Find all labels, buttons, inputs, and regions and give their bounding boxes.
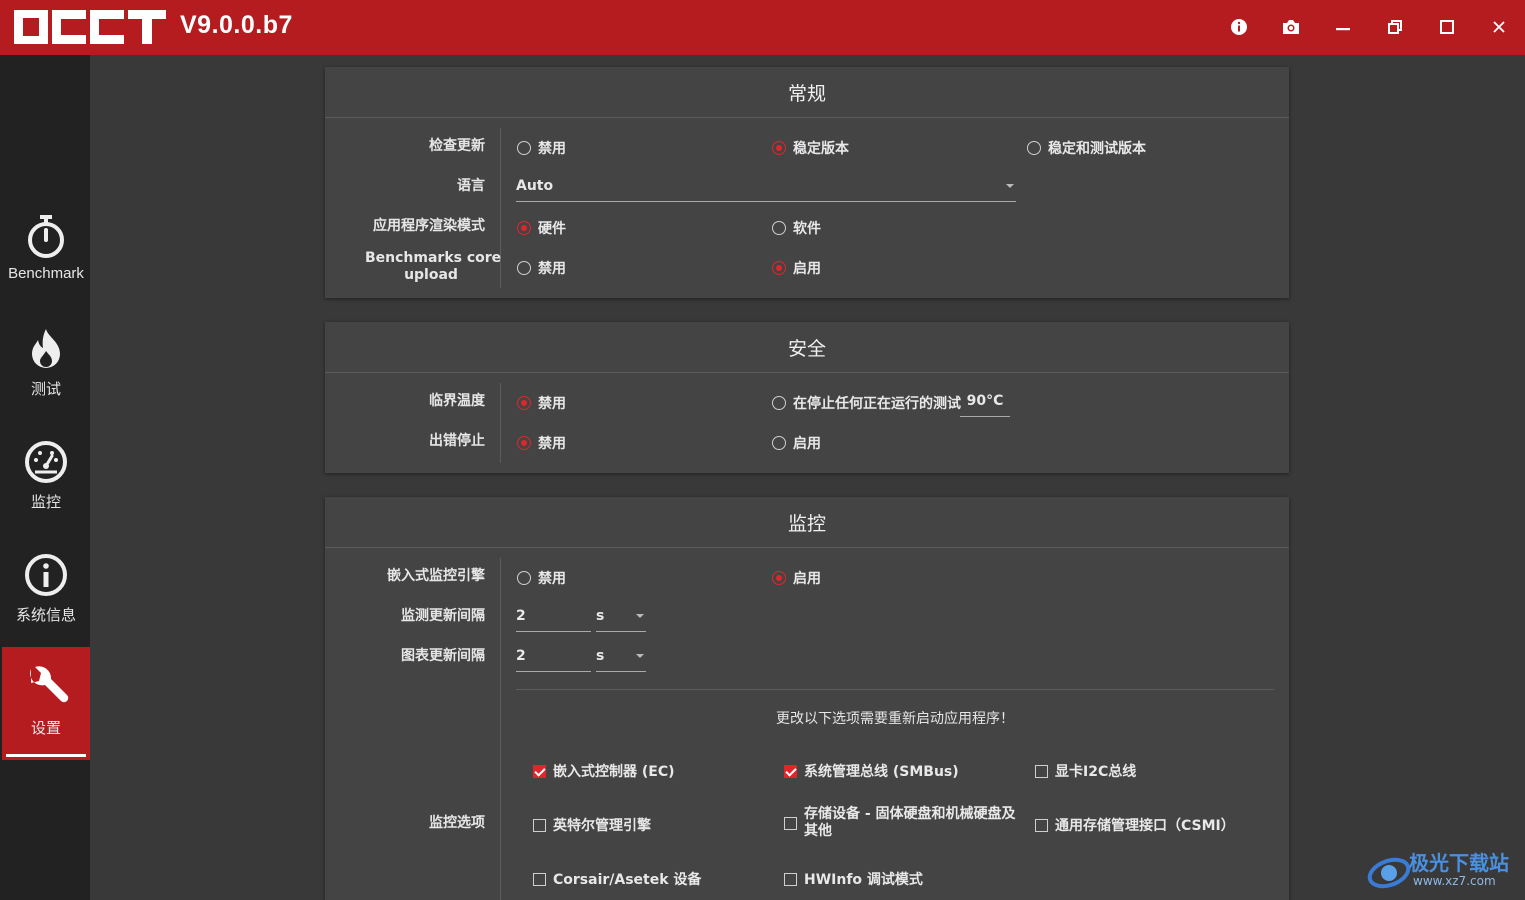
sidebar-item-label: Benchmark: [8, 265, 84, 282]
maximize-button[interactable]: [1436, 15, 1458, 39]
check-update-beta-radio[interactable]: 稳定和测试版本: [1027, 138, 1146, 158]
sidebar-item-label: 系统信息: [15, 607, 76, 624]
critical-temp-stop-radio[interactable]: 在停止任何正在运行的测试: [772, 393, 961, 413]
safety-panel: 安全 临界温度 禁用 在停止任何正在运行的测试 90°C 出错停止 禁用 启用: [325, 322, 1289, 473]
wrench-icon: [30, 666, 69, 703]
gpu-i2c-checkbox[interactable]: 显卡I2C总线: [1035, 761, 1136, 781]
bench-upload-label: Benchmarks core upload: [365, 250, 502, 283]
occt-logo: [14, 10, 166, 44]
settings-content[interactable]: 常规 检查更新 禁用 稳定版本 稳定和测试版本 语言 Auto 应用程序渲染模式…: [90, 55, 1525, 900]
critical-temp-disable-radio[interactable]: 禁用: [517, 393, 566, 413]
divider: [500, 383, 501, 463]
close-icon: [1493, 21, 1505, 33]
monitor-interval-unit-select[interactable]: s: [596, 600, 646, 632]
stop-on-error-enable-radio[interactable]: 启用: [772, 433, 821, 453]
bench-upload-enable-radio[interactable]: 启用: [772, 258, 821, 278]
render-mode-label: 应用程序渲染模式: [373, 218, 485, 234]
chevron-down-icon: [1006, 183, 1014, 188]
chart-interval-input[interactable]: 2: [516, 640, 591, 672]
stop-on-error-disable-radio[interactable]: 禁用: [517, 433, 566, 453]
restart-note: 更改以下选项需要重新启动应用程序！: [776, 711, 1014, 727]
language-label: 语言: [457, 178, 485, 194]
language-select[interactable]: Auto: [516, 170, 1016, 202]
sidebar-item-test[interactable]: 测试: [2, 308, 90, 421]
bench-upload-disable-radio[interactable]: 禁用: [517, 258, 566, 278]
screenshot-button[interactable]: [1280, 15, 1302, 39]
panel-title: 常规: [325, 67, 1289, 118]
sidebar-item-label: 测试: [30, 381, 61, 398]
stop-on-error-label: 出错停止: [429, 433, 485, 449]
panel-title: 监控: [325, 497, 1289, 548]
intel-me-checkbox[interactable]: 英特尔管理引擎: [533, 815, 651, 835]
render-software-radio[interactable]: 软件: [772, 218, 821, 238]
monitor-options-label: 监控选项: [429, 815, 485, 831]
check-update-stable-radio[interactable]: 稳定版本: [772, 138, 849, 158]
hwinfo-debug-checkbox[interactable]: HWInfo 调试模式: [784, 869, 923, 889]
info-circle-icon: [25, 554, 67, 596]
sidebar-item-sysinfo[interactable]: 系统信息: [2, 534, 90, 647]
monitor-interval-label: 监测更新间隔: [401, 608, 485, 624]
critical-temp-label: 临界温度: [429, 393, 485, 409]
watermark-logo: [1367, 857, 1411, 889]
chevron-down-icon: [636, 653, 644, 658]
watermark: 极光下载站 www.xz7.com: [1365, 845, 1525, 895]
gauge-icon: [25, 441, 67, 483]
panel-title: 安全: [325, 322, 1289, 373]
info-button[interactable]: [1228, 15, 1250, 39]
sidebar-item-label: 监控: [30, 494, 61, 511]
csmi-checkbox[interactable]: 通用存储管理接口（CSMI）: [1035, 815, 1235, 835]
check-update-disable-radio[interactable]: 禁用: [517, 138, 566, 158]
minimize-icon: [1336, 28, 1350, 31]
close-button[interactable]: [1488, 15, 1510, 39]
embedded-engine-label: 嵌入式监控引擎: [387, 568, 485, 584]
smbus-checkbox[interactable]: 系统管理总线 (SMBus): [784, 761, 959, 781]
embedded-engine-disable-radio[interactable]: 禁用: [517, 568, 566, 588]
sidebar-item-monitor[interactable]: 监控: [2, 421, 90, 534]
restore-button[interactable]: [1384, 15, 1406, 39]
check-update-label: 检查更新: [429, 138, 485, 154]
render-hardware-radio[interactable]: 硬件: [517, 218, 566, 238]
storage-checkbox[interactable]: 存储设备 - 固体硬盘和机械硬盘及 其他: [784, 806, 1016, 840]
minimize-button[interactable]: [1332, 15, 1354, 39]
sidebar-item-label: 设置: [30, 720, 61, 737]
flame-icon: [32, 329, 60, 368]
critical-temp-input[interactable]: 90°C: [960, 385, 1010, 417]
chart-interval-label: 图表更新间隔: [401, 648, 485, 664]
restore-icon: [1388, 20, 1402, 34]
separator: [516, 689, 1274, 690]
ec-checkbox[interactable]: 嵌入式控制器 (EC): [533, 761, 675, 781]
corsair-checkbox[interactable]: Corsair/Asetek 设备: [533, 869, 701, 889]
sidebar-item-benchmark[interactable]: Benchmark: [2, 195, 90, 308]
chevron-down-icon: [636, 613, 644, 618]
sidebar-item-settings[interactable]: 设置: [2, 647, 90, 760]
watermark-text: 极光下载站: [1409, 851, 1509, 875]
monitoring-panel: 监控 嵌入式监控引擎 禁用 启用 监测更新间隔 2 s 图表更新间隔 2 s 更…: [325, 497, 1289, 900]
info-icon: [1231, 19, 1247, 35]
chart-interval-unit-select[interactable]: s: [596, 640, 646, 672]
embedded-engine-enable-radio[interactable]: 启用: [772, 568, 821, 588]
maximize-icon: [1440, 20, 1454, 34]
watermark-url: www.xz7.com: [1413, 874, 1496, 888]
title-bar: V9.0.0.b7: [0, 0, 1525, 55]
app-version: V9.0.0.b7: [180, 11, 293, 39]
general-panel: 常规 检查更新 禁用 稳定版本 稳定和测试版本 语言 Auto 应用程序渲染模式…: [325, 67, 1289, 298]
monitor-interval-input[interactable]: 2: [516, 600, 591, 632]
divider: [500, 558, 501, 900]
camera-icon: [1283, 20, 1299, 34]
sidebar: Benchmark 测试 监控 系统信息 设置: [0, 55, 90, 900]
stopwatch-icon: [28, 215, 64, 258]
